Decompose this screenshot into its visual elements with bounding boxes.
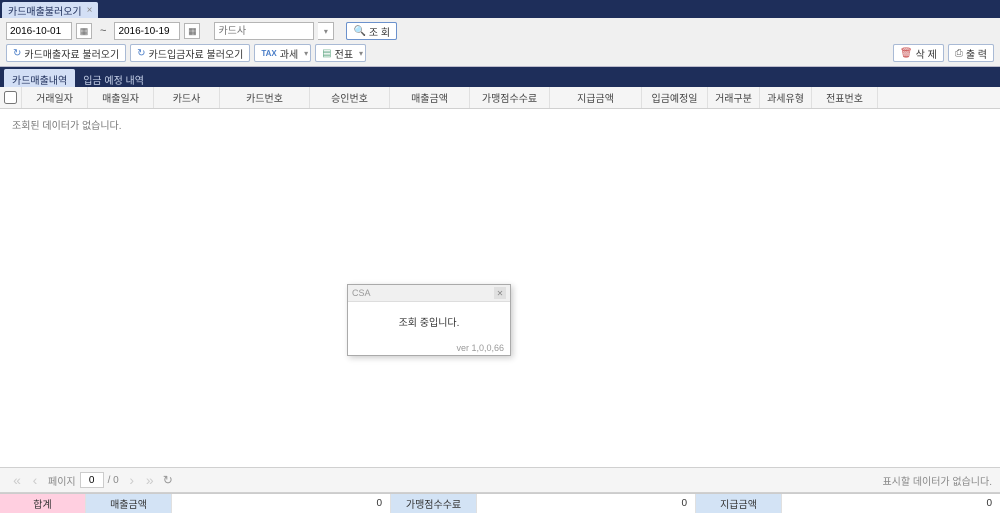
pager-last-button[interactable]: »	[141, 471, 159, 489]
summary-pay-label: 지급금액	[696, 494, 782, 513]
loading-modal: CSA ✕ 조회 중입니다. ver 1,0,0,66	[347, 284, 511, 356]
calendar-icon[interactable]: ▦	[184, 23, 200, 39]
column-header[interactable]: 지급금액	[550, 87, 642, 108]
voucher-label: 전표	[335, 46, 353, 61]
modal-message: 조회 중입니다.	[348, 302, 510, 341]
app-tab-title: 카드매출불러오기	[8, 3, 82, 18]
pager-refresh-icon[interactable]: ↻	[163, 473, 173, 487]
load-sales-button[interactable]: ↻ 카드매출자료 불러오기	[6, 44, 126, 62]
search-button[interactable]: 🔍 조 회	[346, 22, 397, 40]
page-input[interactable]	[80, 472, 104, 488]
date-separator: ~	[96, 25, 110, 37]
load-sales-label: 카드매출자료 불러오기	[24, 46, 119, 61]
tax-icon: TAX	[261, 49, 276, 58]
tab-deposit-plan[interactable]: 입금 예정 내역	[75, 69, 152, 87]
print-button[interactable]: ⎙ 출 력	[948, 44, 994, 62]
print-label: 출 력	[966, 46, 987, 61]
refresh-icon: ↻	[13, 48, 21, 59]
pager-status: 표시할 데이터가 없습니다.	[882, 473, 992, 488]
voucher-dropdown[interactable]: ▤ 전표	[315, 44, 366, 62]
pager-prev-button[interactable]: ‹	[26, 471, 44, 489]
modal-title: CSA	[352, 288, 371, 298]
column-header[interactable]: 거래구분	[708, 87, 760, 108]
column-header[interactable]: 전표번호	[812, 87, 878, 108]
search-icon: 🔍	[353, 26, 365, 37]
modal-close-icon[interactable]: ✕	[494, 287, 506, 299]
calendar-icon[interactable]: ▦	[76, 23, 92, 39]
refresh-icon: ↻	[137, 48, 145, 59]
card-company-dropdown-button[interactable]: ▾	[318, 22, 334, 40]
empty-message: 조회된 데이터가 없습니다.	[0, 109, 1000, 140]
select-all-checkbox[interactable]	[4, 91, 17, 104]
card-company-input[interactable]	[214, 22, 314, 40]
column-header[interactable]: 카드사	[154, 87, 220, 108]
column-header[interactable]: 과세유형	[760, 87, 812, 108]
load-deposit-label: 카드입금자료 불러오기	[149, 46, 244, 61]
tab-sales-history[interactable]: 카드매출내역	[4, 69, 75, 87]
summary-total-label: 합계	[0, 494, 86, 513]
column-header[interactable]: 매출일자	[88, 87, 154, 108]
column-header[interactable]: 입금예정일	[642, 87, 708, 108]
summary-fee-value: 0	[477, 494, 696, 513]
modal-version: ver 1,0,0,66	[348, 341, 510, 355]
delete-button[interactable]: 🗑 삭 제	[893, 44, 944, 62]
document-icon: ▤	[322, 48, 331, 59]
pager-first-button[interactable]: «	[8, 471, 26, 489]
summary-sales-label: 매출금액	[86, 494, 172, 513]
load-deposit-button[interactable]: ↻ 카드입금자료 불러오기	[130, 44, 250, 62]
date-to-input[interactable]	[114, 22, 180, 40]
grid-body: 조회된 데이터가 없습니다. CSA ✕ 조회 중입니다. ver 1,0,0,…	[0, 109, 1000, 467]
summary-fee-label: 가맹점수수료	[391, 494, 477, 513]
column-header[interactable]: 가맹점수수료	[470, 87, 550, 108]
column-header[interactable]: 거래일자	[22, 87, 88, 108]
close-icon[interactable]: ×	[87, 5, 93, 16]
column-header[interactable]: 카드번호	[220, 87, 310, 108]
pager-next-button[interactable]: ›	[123, 471, 141, 489]
summary-sales-value: 0	[172, 494, 391, 513]
page-total: / 0	[108, 475, 119, 486]
column-header[interactable]: 매출금액	[390, 87, 470, 108]
column-header[interactable]: 승인번호	[310, 87, 390, 108]
date-from-input[interactable]	[6, 22, 72, 40]
search-button-label: 조 회	[369, 24, 390, 39]
trash-icon: 🗑	[900, 48, 913, 59]
tax-type-label: 과세	[280, 46, 298, 61]
printer-icon: ⎙	[955, 48, 963, 59]
summary-pay-value: 0	[782, 494, 1000, 513]
page-label: 페이지	[48, 473, 76, 488]
select-all-cell	[0, 87, 22, 108]
delete-label: 삭 제	[916, 46, 937, 61]
tax-type-dropdown[interactable]: TAX 과세	[254, 44, 311, 62]
app-tab[interactable]: 카드매출불러오기 ×	[2, 2, 98, 18]
